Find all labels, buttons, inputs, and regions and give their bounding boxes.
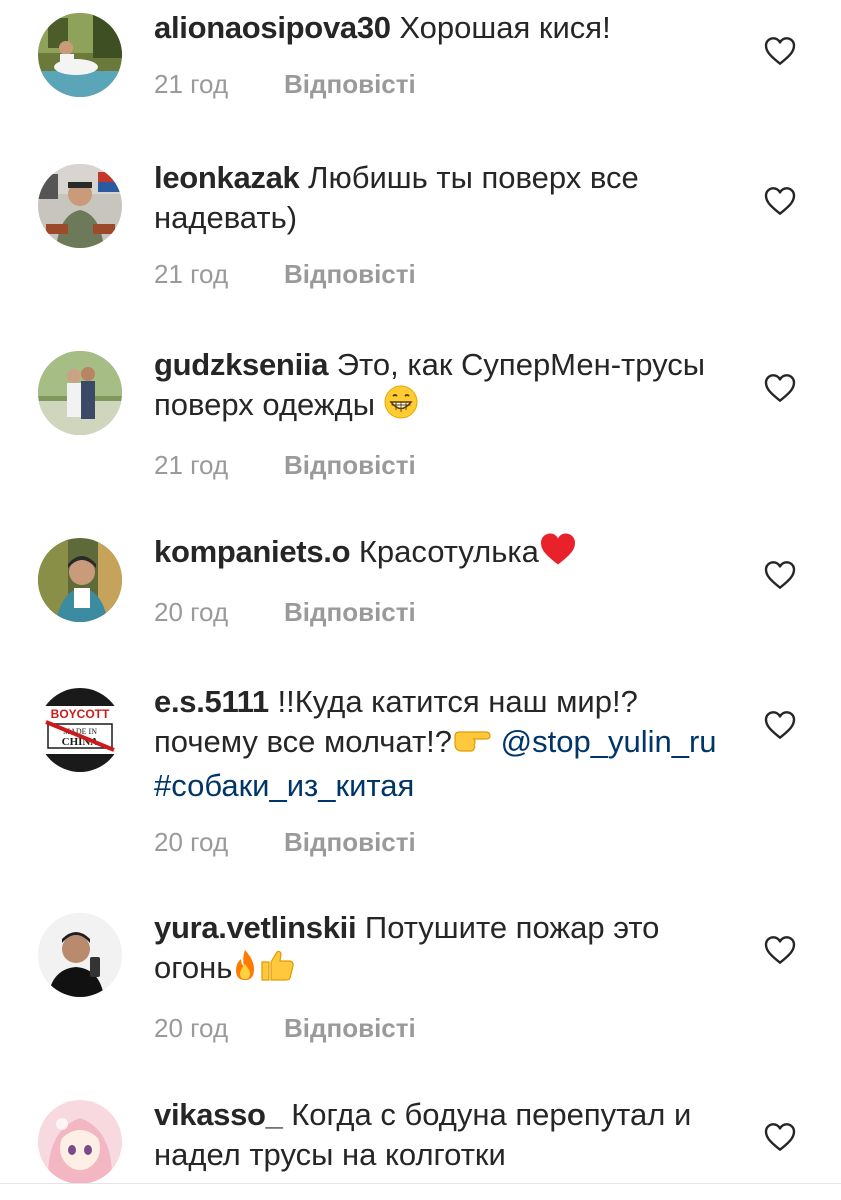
comment-timestamp: 21 год	[154, 259, 229, 289]
avatar[interactable]	[38, 13, 122, 97]
comment-username[interactable]: gudzkseniia	[154, 347, 328, 382]
like-heart-icon[interactable]	[764, 373, 796, 403]
hashtag-link[interactable]: #собаки_из_китая	[154, 768, 414, 803]
reply-button[interactable]: Відповісті	[284, 1013, 416, 1043]
comments-list: alionaosipova30 Хорошая кися! 21 год Відп…	[0, 0, 841, 1200]
reply-button[interactable]: Відповісті	[284, 597, 416, 627]
reply-button[interactable]: Відповісті	[284, 827, 416, 857]
avatar[interactable]	[38, 351, 122, 435]
like-heart-icon[interactable]	[764, 560, 796, 590]
avatar-boycott-text: BOYCOTT	[51, 707, 110, 721]
comment-timestamp: 21 год	[154, 450, 229, 480]
comment-timestamp: 20 год	[154, 597, 229, 627]
pointing-right-emoji	[452, 726, 492, 766]
comment-text: Хорошая кися!	[399, 10, 611, 45]
reply-button[interactable]: Відповісті	[284, 259, 416, 289]
comment-timestamp: 20 год	[154, 1013, 229, 1043]
thumbs-up-emoji	[258, 948, 296, 992]
bottom-divider	[0, 1183, 841, 1184]
avatar[interactable]	[38, 913, 122, 997]
comment-username[interactable]: e.s.5111	[154, 684, 269, 719]
like-heart-icon[interactable]	[764, 186, 796, 216]
comment-timestamp: 21 год	[154, 69, 229, 99]
fire-emoji	[232, 948, 258, 992]
like-heart-icon[interactable]	[764, 36, 796, 66]
comment-username[interactable]: vikasso_	[154, 1097, 283, 1132]
avatar[interactable]	[38, 164, 122, 248]
grinning-face-emoji	[384, 385, 418, 429]
comment-username[interactable]: alionaosipova30	[154, 10, 391, 45]
like-heart-icon[interactable]	[764, 710, 796, 740]
boycott-made-in-china-avatar[interactable]: BOYCOTT MADE IN CHINA	[38, 688, 122, 772]
reply-button[interactable]: Відповісті	[284, 450, 416, 480]
comment-username[interactable]: yura.vetlinskii	[154, 910, 357, 945]
red-heart-emoji	[539, 532, 577, 576]
comment-timestamp: 20 год	[154, 827, 229, 857]
mention-link[interactable]: @stop_yulin_ru	[501, 724, 717, 759]
comment-text: Красотулька	[358, 534, 539, 569]
comment-username[interactable]: leonkazak	[154, 160, 300, 195]
reply-button[interactable]: Відповісті	[284, 69, 416, 99]
like-heart-icon[interactable]	[764, 1122, 796, 1152]
comment-username[interactable]: kompaniets.o	[154, 534, 351, 569]
anime-girl-avatar[interactable]	[38, 1100, 122, 1184]
like-heart-icon[interactable]	[764, 935, 796, 965]
avatar[interactable]	[38, 538, 122, 622]
